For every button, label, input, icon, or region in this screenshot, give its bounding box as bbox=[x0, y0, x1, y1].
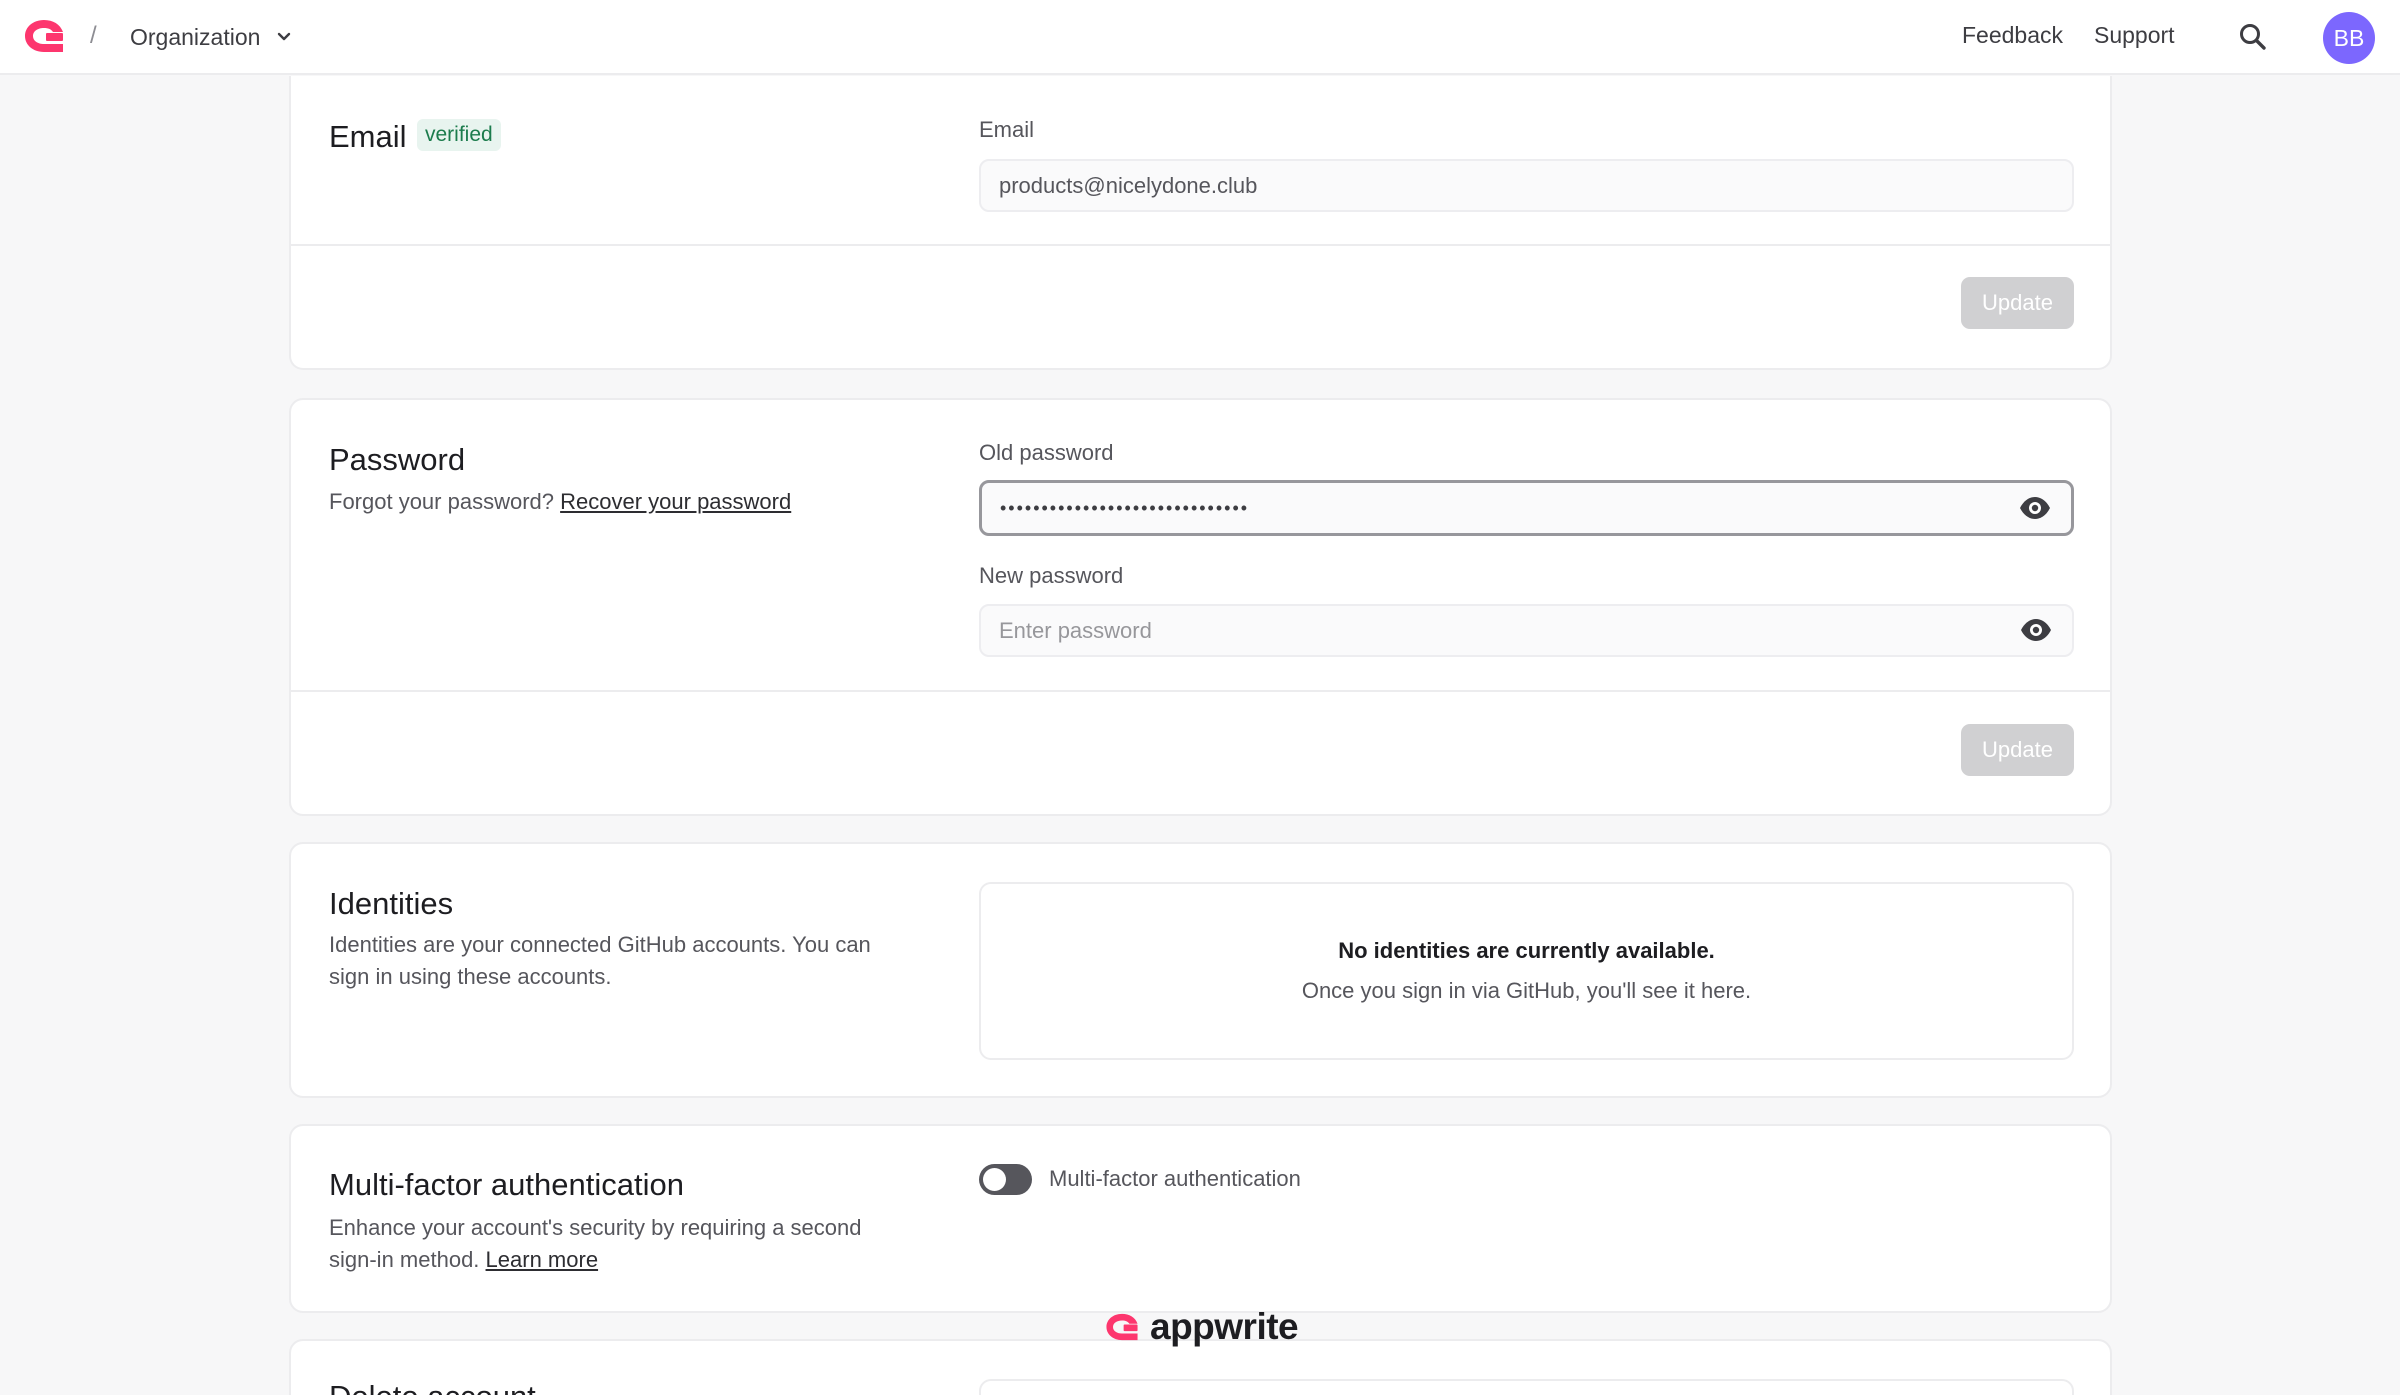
identities-card: Identities Identities are your connected… bbox=[289, 842, 2112, 1098]
organization-label: Organization bbox=[130, 23, 261, 50]
verified-badge: verified bbox=[417, 119, 501, 151]
email-card: Email verified Email products@nicelydone… bbox=[289, 76, 2112, 370]
mfa-toggle[interactable] bbox=[979, 1164, 1032, 1195]
new-password-label: New password bbox=[979, 563, 1124, 588]
email-field-value: products@nicelydone.club bbox=[999, 172, 1258, 198]
new-password-placeholder: Enter password bbox=[999, 617, 1152, 643]
delete-account-box bbox=[979, 1379, 2074, 1395]
old-password-value: •••••••••••••••••••••••••••••• bbox=[1000, 497, 1250, 518]
show-password-icon[interactable] bbox=[2019, 496, 2051, 520]
mfa-toggle-label: Multi-factor authentication bbox=[1049, 1166, 1301, 1191]
search-icon[interactable] bbox=[2236, 20, 2270, 54]
empty-state-subtitle: Once you sign in via GitHub, you'll see … bbox=[1301, 978, 1752, 1003]
identities-empty-state: No identities are currently available. O… bbox=[979, 882, 2074, 1060]
feedback-link[interactable]: Feedback bbox=[1962, 22, 2063, 49]
email-title: Email bbox=[329, 119, 407, 154]
email-divider bbox=[291, 244, 2110, 246]
top-bar: / Organization Feedback Support BB bbox=[0, 0, 2400, 75]
identities-title: Identities bbox=[329, 886, 454, 921]
recover-password-link[interactable]: Recover your password bbox=[560, 489, 791, 514]
appwrite-logo-icon bbox=[1106, 1313, 1138, 1341]
organization-selector[interactable]: Organization bbox=[130, 14, 294, 60]
new-password-field[interactable]: Enter password bbox=[979, 604, 2074, 657]
delete-account-title: Delete account bbox=[329, 1379, 536, 1395]
email-field[interactable]: products@nicelydone.club bbox=[979, 159, 2074, 212]
breadcrumb-separator: / bbox=[90, 22, 97, 49]
password-divider bbox=[291, 690, 2110, 692]
mfa-title: Multi-factor authentication bbox=[329, 1167, 684, 1202]
mfa-card: Multi-factor authentication Enhance your… bbox=[289, 1124, 2112, 1313]
toggle-knob bbox=[983, 1168, 1006, 1191]
appwrite-logo-icon[interactable] bbox=[22, 17, 66, 55]
password-description: Forgot your password? Recover your passw… bbox=[329, 486, 889, 518]
show-password-icon[interactable] bbox=[2020, 618, 2052, 642]
email-update-button[interactable]: Update bbox=[1961, 277, 2074, 329]
support-link[interactable]: Support bbox=[2094, 22, 2175, 49]
old-password-label: Old password bbox=[979, 440, 1114, 465]
old-password-field[interactable]: •••••••••••••••••••••••••••••• bbox=[979, 480, 2074, 536]
email-field-label: Email bbox=[979, 117, 1035, 142]
appwrite-wordmark: appwrite bbox=[1150, 1306, 1299, 1347]
identities-description: Identities are your connected GitHub acc… bbox=[329, 932, 871, 989]
password-card: Password Forgot your password? Recover y… bbox=[289, 398, 2112, 816]
mfa-description: Enhance your account's security by requi… bbox=[329, 1212, 889, 1276]
chevron-down-icon bbox=[278, 32, 291, 41]
appwrite-watermark: appwrite bbox=[1104, 1306, 1299, 1348]
password-title: Password bbox=[329, 442, 466, 477]
avatar[interactable]: BB bbox=[2323, 12, 2375, 64]
learn-more-link[interactable]: Learn more bbox=[486, 1247, 599, 1272]
empty-state-title: No identities are currently available. bbox=[1338, 938, 1715, 963]
forgot-password-text: Forgot your password? bbox=[329, 489, 554, 514]
password-update-button[interactable]: Update bbox=[1961, 724, 2074, 776]
